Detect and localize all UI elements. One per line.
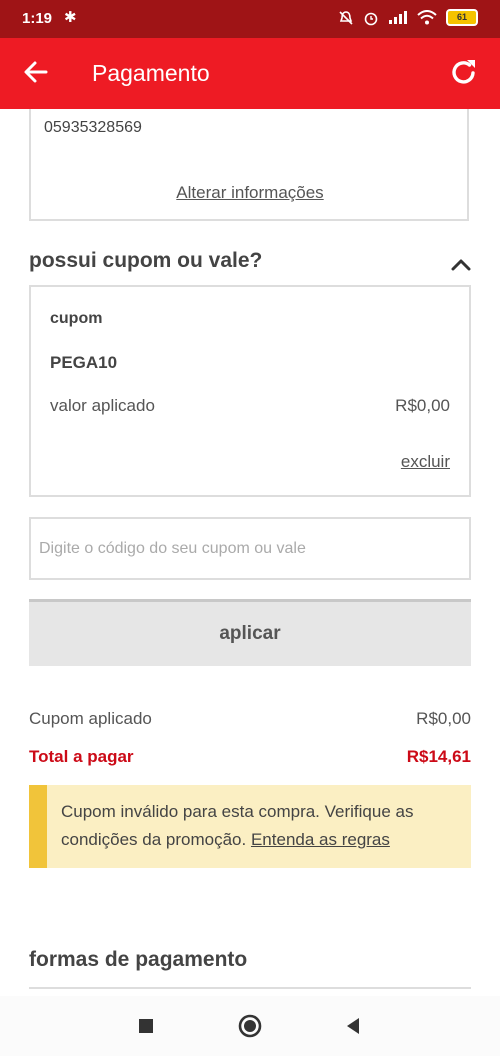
status-time: 1:19 xyxy=(22,10,53,27)
apply-coupon-button[interactable]: aplicar xyxy=(29,599,471,666)
system-nav-bar xyxy=(0,996,500,1056)
bluetooth-icon: ✱ xyxy=(64,9,77,26)
signal-icon xyxy=(389,10,407,24)
applied-value-label: valor aplicado xyxy=(50,396,155,415)
payment-section-title: formas de pagamento xyxy=(29,948,248,971)
total-value: R$14,61 xyxy=(406,747,471,766)
status-icons: 61 xyxy=(338,9,478,26)
back-triangle-icon[interactable] xyxy=(340,1013,366,1039)
app-bar: Pagamento xyxy=(0,38,500,109)
battery-icon: 61 xyxy=(446,9,478,26)
section-divider xyxy=(29,987,471,989)
coupon-code-input[interactable] xyxy=(29,517,471,580)
customer-phone: 05935328569 xyxy=(44,119,142,136)
back-arrow-icon[interactable] xyxy=(20,56,52,88)
mute-icon xyxy=(339,10,353,25)
chevron-up-icon[interactable] xyxy=(450,255,472,273)
invalid-coupon-alert: Cupom inválido para esta compra. Verifiq… xyxy=(29,785,471,868)
refresh-icon[interactable] xyxy=(448,56,480,88)
edit-info-link[interactable]: Alterar informações xyxy=(0,183,500,203)
alert-message: Cupom inválido para esta compra. Verifiq… xyxy=(61,798,461,854)
page-title: Pagamento xyxy=(92,60,210,86)
wifi-icon xyxy=(417,10,437,25)
coupon-section-title: possui cupom ou vale? xyxy=(29,249,263,272)
rules-link[interactable]: Entenda as regras xyxy=(251,830,390,849)
remove-coupon-link[interactable]: excluir xyxy=(401,452,450,472)
applied-value: R$0,00 xyxy=(395,396,450,415)
total-label: Total a pagar xyxy=(29,747,134,766)
coupon-applied-label: Cupom aplicado xyxy=(29,709,152,728)
coupon-applied-value: R$0,00 xyxy=(416,709,471,728)
coupon-code: PEGA10 xyxy=(50,353,118,372)
stop-square-icon[interactable] xyxy=(133,1013,159,1039)
home-circle-icon[interactable] xyxy=(237,1013,263,1039)
status-bar: 1:19 ✱ 61 xyxy=(0,0,500,38)
alarm-icon xyxy=(364,12,378,25)
coupon-label: cupom xyxy=(50,310,103,327)
